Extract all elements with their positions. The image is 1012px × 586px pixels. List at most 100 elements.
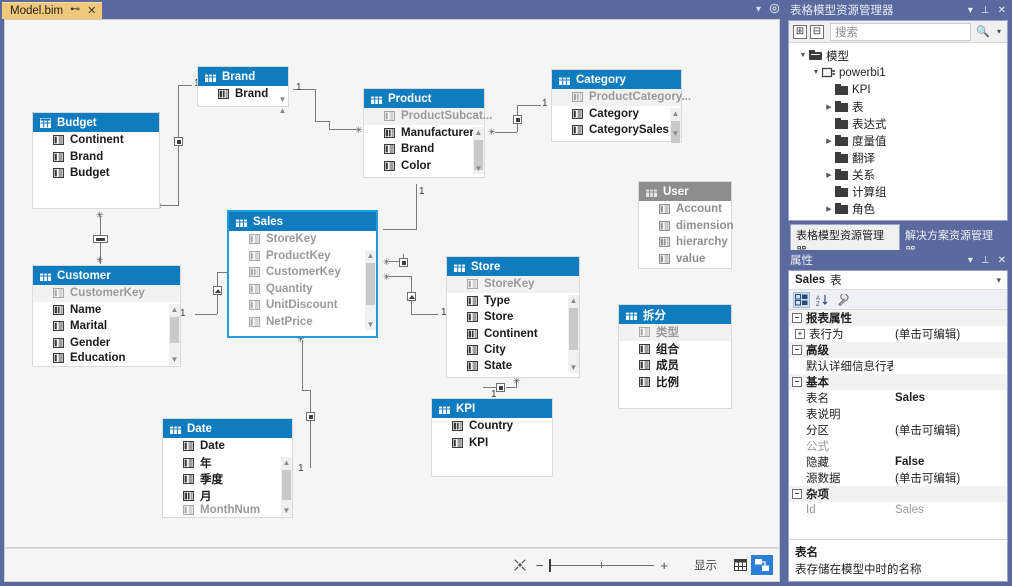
zoom-thumb[interactable] (549, 559, 552, 572)
table-header[interactable]: User (639, 182, 731, 201)
zoom-slider[interactable]: − + (536, 558, 668, 573)
table-card-category[interactable]: Category ProductCategory... Category Cat… (551, 69, 691, 143)
categorized-view-icon[interactable] (793, 291, 810, 308)
properties-grid[interactable]: − 报表属性 + 表行为 (单击可编辑) − 高级 默认详细信息行表达式 (789, 310, 1007, 539)
table-header[interactable]: Date (163, 419, 292, 438)
column-row[interactable]: Gender (33, 335, 180, 352)
column-row[interactable]: Brand (198, 86, 288, 103)
column-row[interactable]: NetPrice (229, 314, 376, 331)
collapse-icon[interactable]: − (792, 313, 802, 323)
column-row[interactable]: Continent (33, 132, 159, 149)
collapse-icon[interactable]: − (792, 345, 802, 355)
grid-view-icon[interactable] (729, 555, 751, 575)
twisty-collapsed-icon[interactable]: ▶ (823, 103, 835, 111)
table-card-user[interactable]: User Account dimension hierarchy value (638, 181, 734, 269)
chevron-down-icon[interactable]: ▾ (968, 255, 973, 266)
column-row[interactable]: Type (447, 293, 579, 310)
scroll-thumb[interactable] (569, 308, 578, 350)
scroll-down-icon[interactable]: ▼ (473, 163, 484, 174)
table-scrollbar[interactable]: ▲ ▼ (568, 295, 579, 373)
property-value[interactable]: (单击可编辑) (893, 326, 1007, 342)
property-row[interactable]: + 表行为 (单击可编辑) (789, 326, 1007, 342)
table-card-budget[interactable]: Budget Continent Brand Budget (32, 112, 160, 209)
scroll-thumb[interactable] (170, 317, 179, 343)
chevron-down-icon[interactable]: ▾ (995, 27, 1003, 36)
scroll-up-icon[interactable]: ▲ (281, 457, 292, 468)
column-row[interactable]: ProductCategory... (552, 89, 691, 106)
column-row[interactable]: Budget (33, 165, 159, 182)
scroll-up-icon[interactable]: ▲ (670, 108, 681, 119)
scroll-down-icon[interactable]: ▼ (365, 319, 376, 330)
rel-crossfilter-icon[interactable] (174, 137, 183, 146)
column-row[interactable]: 类型 (619, 324, 731, 341)
table-card-sales[interactable]: Sales StoreKey ProductKey CustomerKey Qu… (227, 210, 378, 338)
table-card-brand[interactable]: Brand Brand ▲ ▼ (197, 66, 289, 115)
column-row[interactable]: Country (432, 418, 552, 435)
tree-node-translations[interactable]: 翻译 (789, 149, 1007, 166)
property-row[interactable]: 源数据 (单击可编辑) (789, 470, 1007, 486)
column-row[interactable]: Education (33, 351, 180, 365)
table-card-kpi[interactable]: KPI Country KPI (431, 398, 553, 477)
zoom-track[interactable] (549, 559, 655, 572)
column-row[interactable]: ProductSubcat... (364, 108, 492, 125)
scroll-up-icon[interactable]: ▲ (169, 304, 180, 315)
property-value[interactable]: Sales (893, 392, 1007, 404)
column-row[interactable]: Name (33, 302, 180, 319)
twisty-collapsed-icon[interactable]: ▶ (823, 137, 835, 145)
column-row[interactable]: CustomerKey (229, 264, 376, 281)
rel-crossfilter-icon[interactable] (513, 115, 522, 124)
gear-icon[interactable] (769, 3, 780, 17)
zoom-in-button[interactable]: + (660, 558, 668, 573)
tree-node-powerbi1[interactable]: ▼ powerbi1 (789, 64, 1007, 81)
tree-node-data-sources[interactable]: ▶ 数据源 (789, 217, 1007, 220)
close-icon[interactable]: ✕ (87, 5, 96, 17)
rel-crossfilter-icon[interactable] (213, 286, 222, 295)
expand-all-icon[interactable]: ⊞ (793, 24, 807, 39)
column-row[interactable]: 组合 (619, 341, 731, 358)
table-scrollbar[interactable]: ▲ ▼ (365, 250, 376, 330)
column-row[interactable]: 年 (163, 455, 292, 472)
tree-node-model[interactable]: ▼ 模型 (789, 47, 1007, 64)
column-row[interactable]: Date (163, 438, 292, 455)
table-scrollbar[interactable]: ▲ ▼ (281, 457, 292, 516)
table-header[interactable]: Product (364, 89, 484, 108)
collapse-icon[interactable]: − (792, 377, 802, 387)
tree-node-relationships[interactable]: ▶ 关系 (789, 166, 1007, 183)
column-row[interactable]: 比例 (619, 374, 731, 391)
property-value[interactable]: False (893, 456, 1007, 468)
model-tree[interactable]: ▼ 模型 ▼ powerbi1 KPI ▶ 表 表达式 ▶ 度量值 翻译 ▶ 关… (789, 43, 1007, 220)
property-row[interactable]: 默认详细信息行表达式 (789, 358, 1007, 374)
property-value[interactable]: (单击可编辑) (893, 470, 1007, 486)
column-row[interactable]: Quantity (229, 281, 376, 298)
expand-icon[interactable]: + (795, 329, 805, 339)
chevron-down-icon[interactable]: ▾ (968, 5, 973, 16)
tree-node-roles[interactable]: ▶ 角色 (789, 200, 1007, 217)
table-card-date[interactable]: Date Date 年 季度 月 MonthNum ▲ ▼ (162, 418, 293, 518)
properties-category[interactable]: − 杂项 (789, 486, 1007, 502)
column-row[interactable]: StoreKey (229, 231, 376, 248)
collapse-all-icon[interactable]: ⊟ (810, 24, 824, 39)
document-tab-model-bim[interactable]: Model.bim ⊷ ✕ (2, 2, 103, 19)
scroll-down-icon[interactable]: ▼ (670, 128, 681, 139)
table-card-customer[interactable]: Customer CustomerKey Name Marital Gender… (32, 265, 181, 367)
rel-bidirectional-icon[interactable] (93, 235, 108, 243)
close-icon[interactable]: ✕ (998, 5, 1006, 16)
wrench-icon[interactable] (835, 292, 852, 308)
properties-category[interactable]: − 报表属性 (789, 310, 1007, 326)
scroll-thumb[interactable] (282, 470, 291, 500)
column-row[interactable]: 成员 (619, 357, 731, 374)
column-row[interactable]: 月 (163, 488, 292, 505)
chevron-down-icon[interactable]: ▾ (756, 5, 761, 15)
table-scrollbar[interactable]: ▲ ▼ (670, 108, 681, 143)
table-header[interactable]: Budget (33, 113, 159, 132)
table-header[interactable]: Brand (198, 67, 288, 86)
scroll-down-icon[interactable]: ▼ (169, 354, 180, 365)
tree-node-kpi[interactable]: KPI (789, 81, 1007, 98)
scroll-up-icon[interactable]: ▲ (365, 250, 376, 261)
scroll-down-icon[interactable]: ▼ (277, 94, 288, 105)
column-row[interactable]: dimension (639, 218, 734, 235)
collapse-icon[interactable]: − (792, 489, 802, 499)
column-row[interactable]: MonthNum (163, 504, 292, 516)
column-row[interactable]: StoreKey (447, 276, 579, 293)
search-icon[interactable]: 🔍 (974, 25, 992, 38)
